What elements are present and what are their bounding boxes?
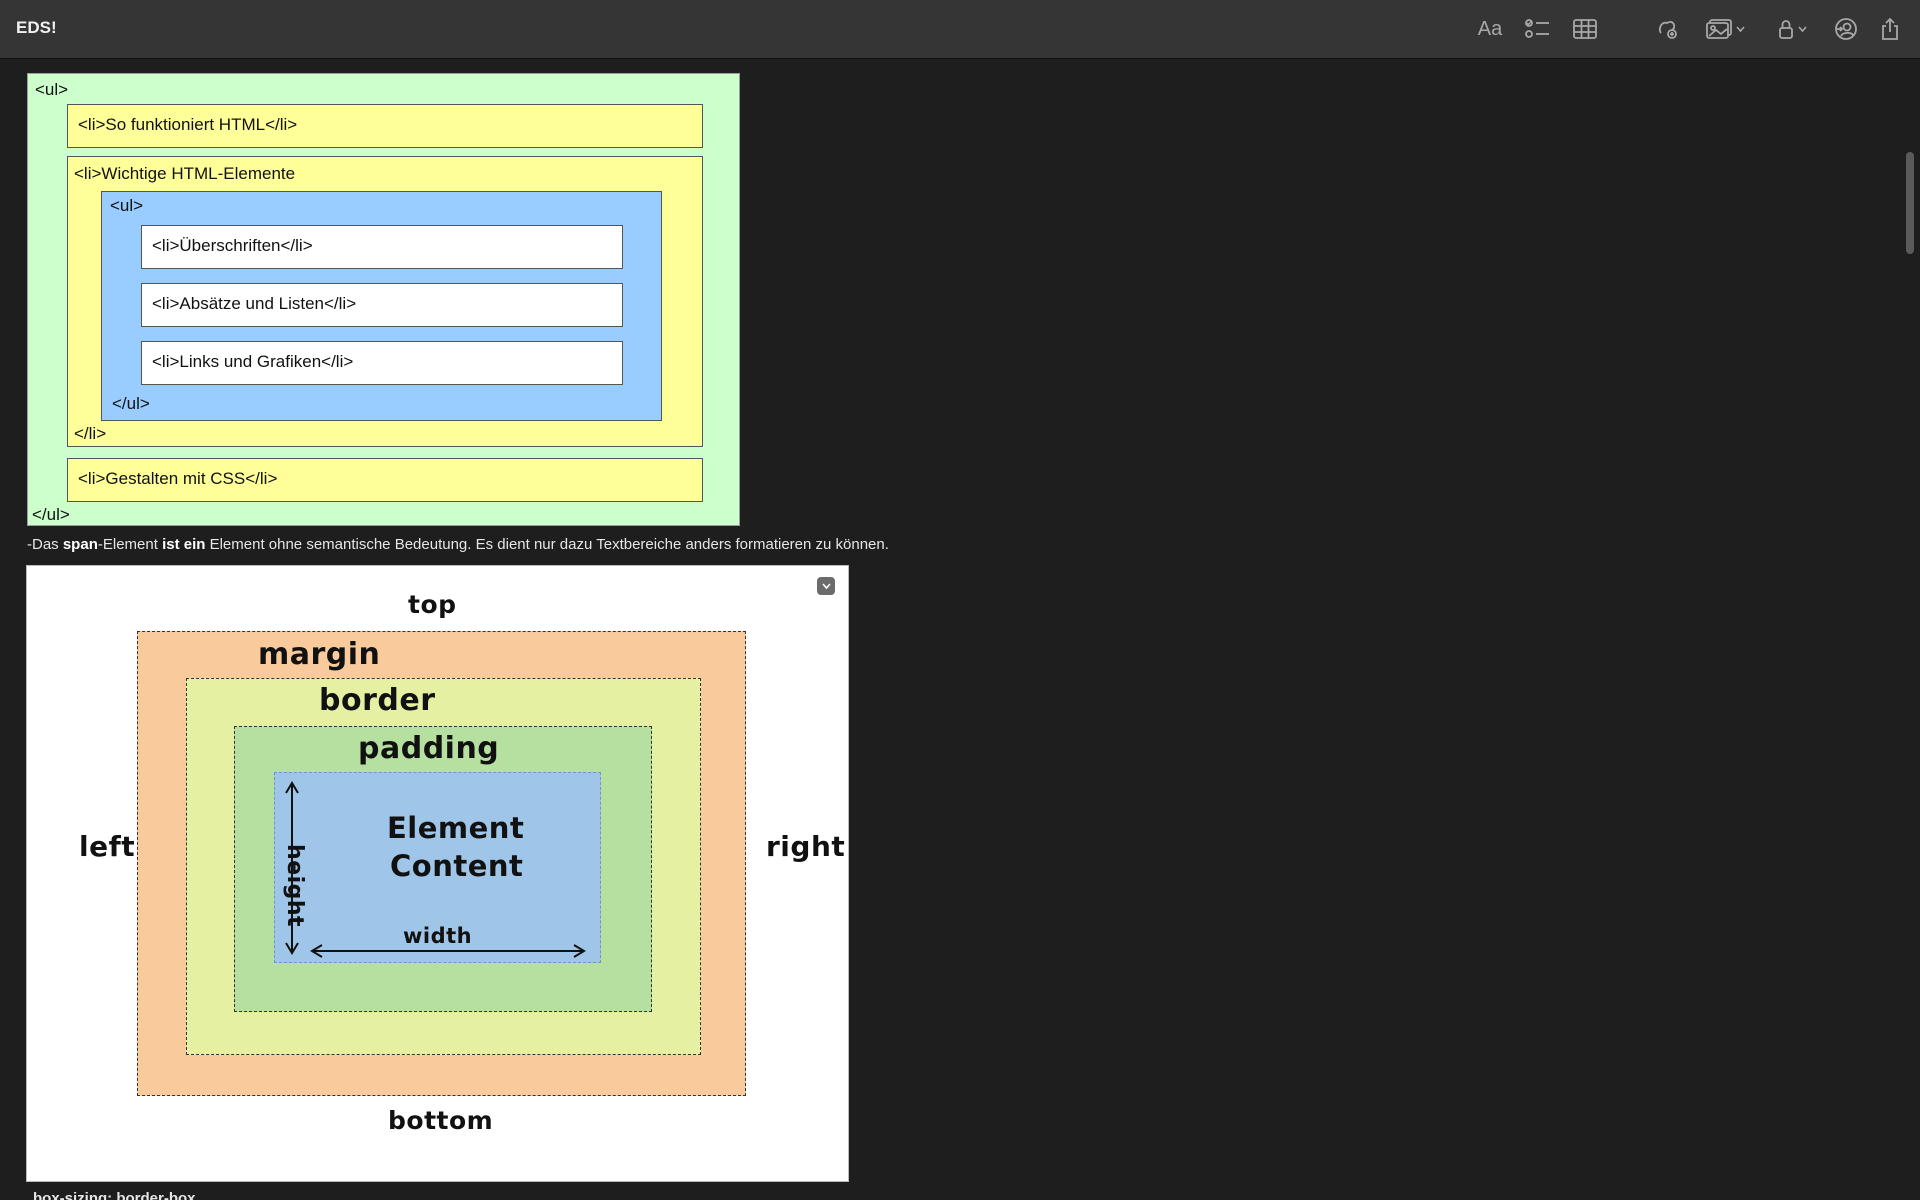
sub-item-3: <li>Links und Grafiken</li> (141, 341, 623, 385)
para-bold-span: span (62, 536, 98, 553)
table-icon[interactable] (1570, 14, 1600, 44)
list-item-2-label: <li>Wichtige HTML-Elemente (74, 164, 296, 183)
sub-item-3-label: <li>Links und Grafiken</li> (152, 352, 354, 371)
sub-item-2: <li>Absätze und Listen</li> (141, 283, 623, 327)
chevron-down-icon (1735, 26, 1745, 32)
format-icon[interactable]: Aa (1474, 14, 1506, 44)
scrollbar-thumb[interactable] (1906, 152, 1914, 254)
share-avatar-icon[interactable] (1832, 14, 1860, 44)
list-item-1-label: <li>So funktioniert HTML</li> (78, 115, 298, 134)
list-item-3: <li>Gestalten mit CSS</li> (67, 458, 703, 502)
sub-item-1-label: <li>Überschriften</li> (152, 236, 313, 255)
list-item-2-close-label: </li> (74, 424, 107, 443)
para-bold-isein: ist ein (162, 536, 206, 553)
format-label: Aa (1477, 17, 1503, 40)
toolbar: EDS! Aa (0, 0, 1920, 59)
list-item-1: <li>So funktioniert HTML</li> (67, 104, 703, 148)
note-content[interactable]: <ul> <li>So funktioniert HTML</li> <li>W… (0, 60, 1900, 1200)
bottom-label: bottom (388, 1106, 494, 1135)
window-title: EDS! (16, 18, 57, 37)
share-icon[interactable] (1876, 14, 1904, 44)
inner-list: <ul> <li>Überschriften</li> <li>Absätze … (101, 191, 662, 421)
box-model-diagram[interactable]: top margin border padding left right Ele… (26, 565, 849, 1182)
ul-close-label: </ul> (32, 505, 70, 524)
ul-open-label: <ul> (35, 80, 69, 99)
sub-item-2-label: <li>Absätze und Listen</li> (152, 294, 357, 313)
nested-list-diagram: <ul> <li>So funktioniert HTML</li> <li>W… (27, 73, 740, 526)
dimension-arrows (285, 781, 586, 958)
para-prefix: -Das (27, 536, 63, 553)
lock-icon[interactable] (1774, 14, 1810, 44)
inner-ul-open-label: <ul> (110, 196, 144, 215)
chevron-down-icon (1797, 26, 1807, 32)
sub-item-1: <li>Überschriften</li> (141, 225, 623, 269)
media-icon[interactable] (1703, 14, 1747, 44)
collaborate-icon[interactable] (1652, 14, 1682, 44)
checklist-icon[interactable] (1522, 14, 1552, 44)
list-item-3-label: <li>Gestalten mit CSS</li> (78, 469, 278, 488)
partial-text-line: box-sizing: border-box (33, 1190, 196, 1200)
span-description[interactable]: -Das span-Element ist ein Element ohne s… (27, 536, 889, 553)
para-mid: -Element (97, 536, 163, 553)
list-item-2: <li>Wichtige HTML-Elemente <ul> <li>Über… (67, 156, 703, 447)
para-rest: Element ohne semantische Bedeutung. Es d… (205, 536, 889, 553)
inner-ul-close-label: </ul> (112, 394, 150, 413)
